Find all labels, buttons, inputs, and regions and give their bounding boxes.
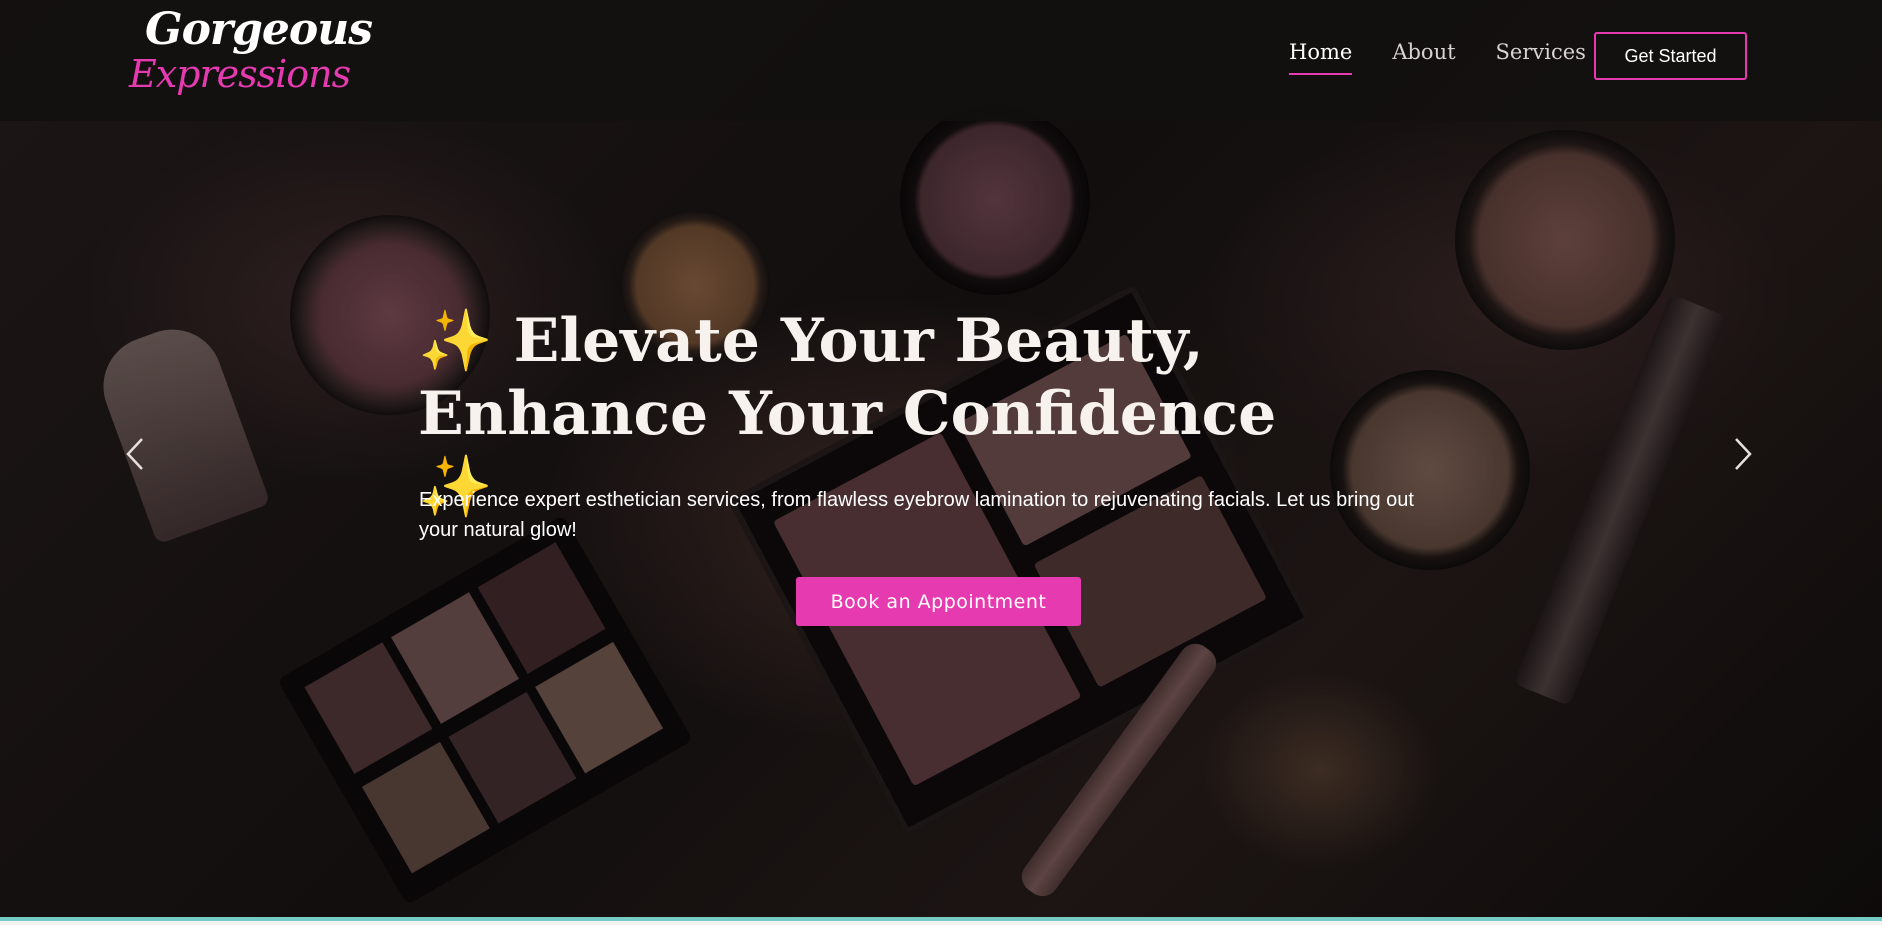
carousel-next-button[interactable] bbox=[1724, 436, 1760, 472]
nav-home[interactable]: Home bbox=[1289, 40, 1353, 75]
main-nav: Home About Services bbox=[1289, 40, 1626, 75]
brand-logo[interactable]: Gorgeous Expressions bbox=[125, 0, 373, 110]
bottom-strip bbox=[0, 921, 1882, 925]
nav-about[interactable]: About bbox=[1392, 40, 1455, 64]
carousel-prev-button[interactable] bbox=[118, 436, 154, 472]
hero-headline-text: Elevate Your Beauty, Enhance Your Confid… bbox=[418, 306, 1277, 449]
logo-line-2: Expressions bbox=[129, 52, 351, 96]
site-header: Gorgeous Expressions Home About Services… bbox=[0, 0, 1882, 121]
logo-line-1: Gorgeous bbox=[145, 4, 373, 55]
chevron-right-icon bbox=[1735, 438, 1752, 470]
book-appointment-button[interactable]: Book an Appointment bbox=[796, 577, 1081, 626]
nav-services[interactable]: Services bbox=[1496, 40, 1586, 64]
chevron-left-icon bbox=[126, 438, 143, 470]
sparkle-icon: ✨ bbox=[418, 306, 493, 376]
get-started-button[interactable]: Get Started bbox=[1594, 32, 1747, 80]
hero-subtext: Experience expert esthetician services, … bbox=[419, 489, 1414, 541]
hero-section: ✨ Elevate Your Beauty, Enhance Your Conf… bbox=[0, 0, 1882, 925]
